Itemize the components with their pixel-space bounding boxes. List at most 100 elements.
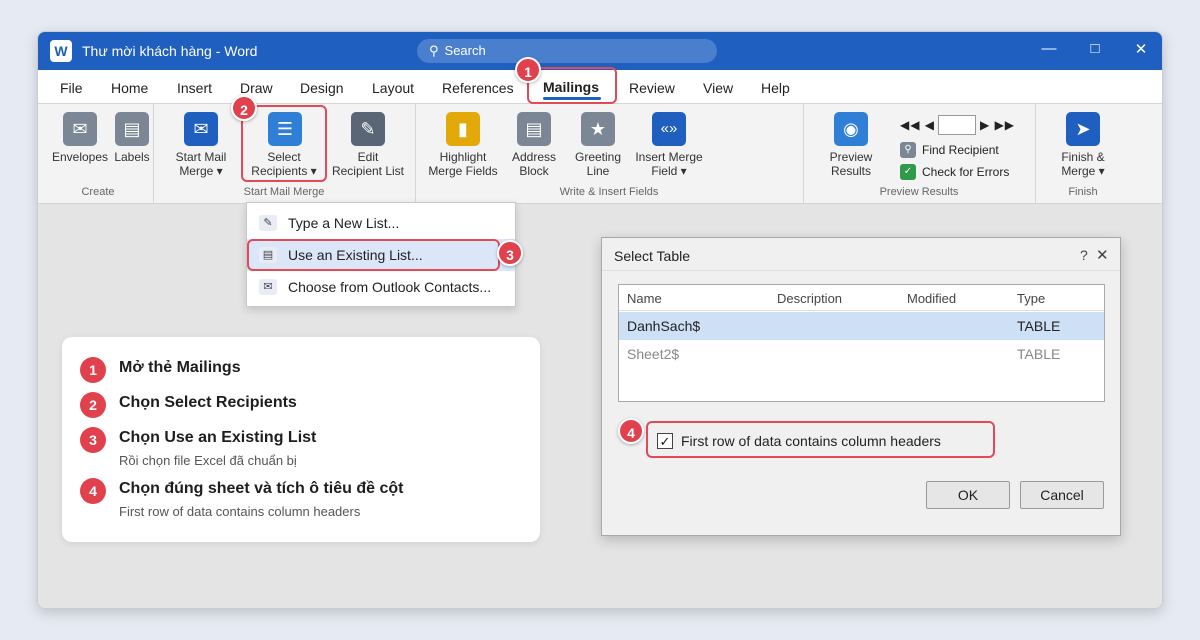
close-button[interactable]: ✕ — [1129, 40, 1153, 58]
insert-line2: Field ▾ — [651, 164, 687, 178]
tab-review[interactable]: Review — [629, 80, 675, 96]
tab-draw[interactable]: Draw — [240, 80, 273, 96]
dropdown-item-label: Type a New List... — [288, 215, 400, 231]
tab-help[interactable]: Help — [761, 80, 790, 96]
tab-file[interactable]: File — [60, 80, 83, 96]
cell-type: TABLE — [1017, 318, 1061, 334]
start-mail-merge-button[interactable]: Start Mail Merge ▾ — [166, 150, 236, 178]
ok-button[interactable]: OK — [926, 481, 1010, 509]
highlight-icon[interactable]: ▮ — [446, 112, 480, 146]
column-header-name[interactable]: Name — [627, 291, 662, 306]
tab-references[interactable]: References — [442, 80, 514, 96]
highlight-line2: Merge Fields — [428, 164, 498, 178]
group-label-preview-results: Preview Results — [879, 186, 959, 198]
sheet-table: Name Description Modified Type DanhSach$… — [618, 284, 1105, 402]
pencil-icon: ✎ — [259, 215, 277, 231]
group-divider — [415, 104, 416, 204]
group-label-create: Create — [81, 186, 115, 198]
labels-icon[interactable]: ▤ — [115, 112, 149, 146]
tab-insert[interactable]: Insert — [177, 80, 212, 96]
group-divider — [1035, 104, 1036, 204]
column-header-modified[interactable]: Modified — [907, 291, 956, 306]
find-recipient-icon[interactable]: ⚲ — [900, 142, 916, 158]
search-placeholder: Search — [444, 43, 486, 58]
select-recipients-highlight — [241, 105, 327, 182]
step-badge-4: 4 — [618, 418, 644, 444]
finish-merge-icon[interactable]: ➤ — [1066, 112, 1100, 146]
help-button[interactable]: ? — [1080, 247, 1088, 263]
step-subtitle: Rồi chọn file Excel đã chuẩn bị — [119, 453, 297, 468]
title-bar: W Thư mời khách hàng - Word ⚲ Search — □ … — [38, 32, 1162, 70]
tab-home[interactable]: Home — [111, 80, 148, 96]
table-row[interactable]: DanhSach$ TABLE — [619, 312, 1104, 340]
address-line1: Address — [511, 150, 557, 164]
insert-merge-field-icon[interactable]: «» — [652, 112, 686, 146]
edit-recipient-list-line1: Edit — [357, 150, 379, 164]
select-table-dialog: Select Table ? ✕ Name Description Modifi… — [601, 237, 1121, 536]
envelope-icon[interactable]: ✉ — [63, 112, 97, 146]
edit-recipient-list-icon[interactable]: ✎ — [351, 112, 385, 146]
insert-merge-field-button[interactable]: Insert Merge Field ▾ — [631, 150, 707, 178]
group-label-write-insert: Write & Insert Fields — [559, 186, 659, 198]
insert-line1: Insert Merge — [635, 150, 703, 164]
step-number-badge: 3 — [80, 427, 106, 453]
step-badge-2: 2 — [231, 95, 257, 121]
maximize-button[interactable]: □ — [1083, 40, 1107, 57]
cell-name: DanhSach$ — [627, 318, 701, 334]
search-icon: ⚲ — [429, 43, 439, 58]
envelopes-button[interactable]: Envelopes — [51, 150, 109, 164]
existing-list-highlight — [247, 239, 500, 271]
check-for-errors-button[interactable]: Check for Errors — [922, 165, 1009, 179]
checkbox-highlight — [646, 421, 995, 458]
step-title: Chọn Use an Existing List — [119, 429, 317, 446]
dropdown-item-outlook-contacts[interactable]: ✉ Choose from Outlook Contacts... — [247, 271, 515, 303]
column-header-description[interactable]: Description — [777, 291, 842, 306]
greeting-line-button[interactable]: Greeting Line — [568, 150, 628, 178]
preview-results-icon[interactable]: ◉ — [834, 112, 868, 146]
star-icon[interactable]: ★ — [581, 112, 615, 146]
dropdown-item-type-new-list[interactable]: ✎ Type a New List... — [247, 207, 515, 239]
step-title: Chọn Select Recipients — [119, 394, 297, 411]
minimize-button[interactable]: — — [1037, 40, 1061, 57]
dropdown-item-label: Choose from Outlook Contacts... — [288, 279, 492, 295]
table-row[interactable]: Sheet2$ TABLE — [619, 340, 1104, 368]
cell-name: Sheet2$ — [627, 346, 680, 362]
ribbon: ✉ Envelopes ▤ Labels Create ✉ Start Mail… — [38, 104, 1162, 204]
tab-layout[interactable]: Layout — [372, 80, 414, 96]
step-badge-3: 3 — [497, 240, 523, 266]
cancel-button[interactable]: Cancel — [1020, 481, 1104, 509]
find-recipient-button[interactable]: Find Recipient — [922, 143, 999, 157]
instructions-card: 1 Mở thẻ Mailings 2 Chọn Select Recipien… — [62, 337, 540, 542]
step-title: Chọn đúng sheet và tích ô tiêu đề cột — [119, 480, 404, 497]
edit-recipient-list-button[interactable]: Edit Recipient List — [328, 150, 408, 178]
address-block-icon[interactable]: ▤ — [517, 112, 551, 146]
search-input[interactable]: ⚲ Search — [417, 39, 717, 63]
tab-design[interactable]: Design — [300, 80, 344, 96]
window-title: Thư mời khách hàng - Word — [82, 43, 258, 59]
previous-record-arrows[interactable]: ◀◀ ◀ — [900, 118, 935, 132]
edit-recipient-list-line2: Recipient List — [331, 164, 405, 178]
start-mail-merge-icon[interactable]: ✉ — [184, 112, 218, 146]
finish-line2: Merge ▾ — [1061, 164, 1105, 178]
column-header-type[interactable]: Type — [1017, 291, 1045, 306]
group-divider — [153, 104, 154, 204]
address-block-button[interactable]: Address Block — [504, 150, 564, 178]
tab-view[interactable]: View — [703, 80, 733, 96]
cell-type: TABLE — [1017, 346, 1061, 362]
labels-button[interactable]: Labels — [112, 150, 152, 164]
preview-results-button[interactable]: Preview Results — [816, 150, 886, 178]
dialog-close-button[interactable]: ✕ — [1096, 246, 1109, 264]
group-divider — [803, 104, 804, 204]
highlight-merge-fields-button[interactable]: Highlight Merge Fields — [424, 150, 502, 178]
step-number-badge: 2 — [80, 392, 106, 418]
finish-merge-button[interactable]: Finish & Merge ▾ — [1048, 150, 1118, 178]
group-label-start-mail-merge: Start Mail Merge — [243, 186, 325, 198]
check-errors-icon[interactable]: ✓ — [900, 164, 916, 180]
greeting-line2: Line — [586, 164, 610, 178]
record-number-input[interactable] — [938, 115, 976, 135]
preview-line2: Results — [830, 164, 871, 178]
step-title: Mở thẻ Mailings — [119, 359, 241, 376]
start-mail-merge-line1: Start Mail — [175, 150, 227, 164]
next-record-arrows[interactable]: ▶ ▶▶ — [980, 118, 1015, 132]
greeting-line1: Greeting — [574, 150, 622, 164]
